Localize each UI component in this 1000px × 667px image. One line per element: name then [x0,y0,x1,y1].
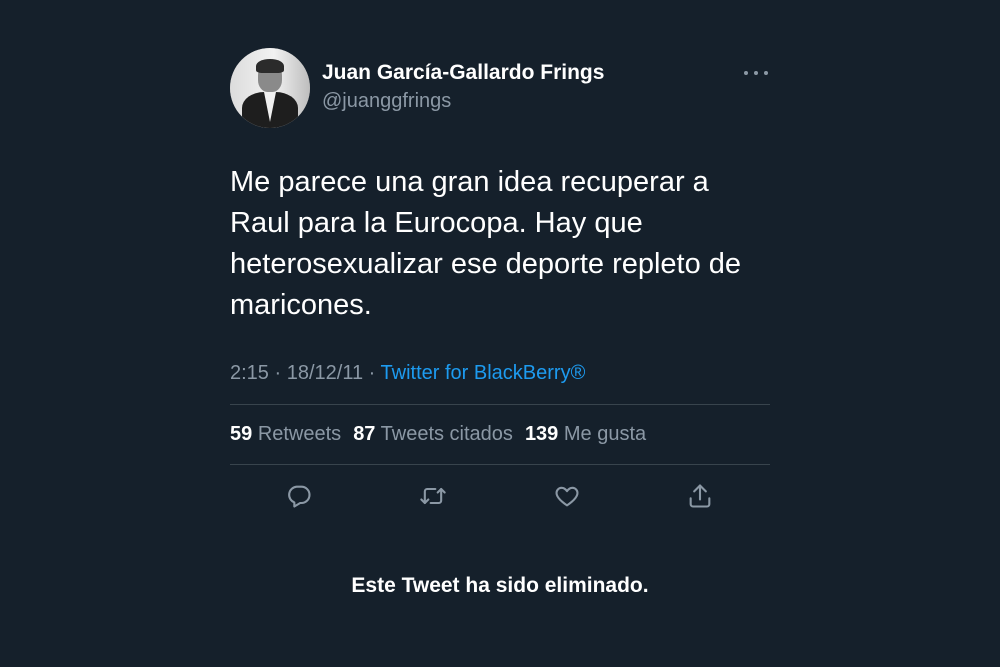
quote-tweets-stat[interactable]: 87 Tweets citados [353,423,513,446]
quote-tweets-count: 87 [353,423,376,445]
meta-separator: · [368,362,376,384]
tweet-actions [230,465,770,529]
share-icon[interactable] [685,481,715,511]
likes-label: Me gusta [563,423,647,445]
tweet-card: Juan García-Gallardo Frings @juanggfring… [230,48,770,529]
retweets-count: 59 [230,423,253,445]
likes-stat[interactable]: 139 Me gusta [525,423,646,446]
quote-tweets-label: Tweets citados [380,423,513,445]
tweet-meta: 2:15 · 18/12/11 · Twitter for BlackBerry… [230,360,770,405]
reply-icon[interactable] [284,481,314,511]
retweets-stat[interactable]: 59 Retweets [230,423,341,446]
author-display-name[interactable]: Juan García-Gallardo Frings [322,60,604,86]
tweet-stats: 59 Retweets 87 Tweets citados 139 Me gus… [230,405,770,465]
author-handle[interactable]: @juanggfrings [322,88,604,114]
tweet-deleted-notice: Este Tweet ha sido eliminado. [351,574,649,597]
author-info: Juan García-Gallardo Frings @juanggfring… [322,60,604,114]
meta-separator: · [274,362,282,384]
retweet-icon[interactable] [418,481,448,511]
heart-icon[interactable] [552,481,582,511]
tweet-source-link[interactable]: Twitter for BlackBerry® [381,362,586,384]
tweet-time[interactable]: 2:15 [230,362,269,384]
likes-count: 139 [524,423,559,445]
tweet-text: Me parece una gran idea recuperar a Raul… [230,166,742,321]
avatar[interactable] [230,48,310,128]
tweet-header: Juan García-Gallardo Frings @juanggfring… [230,48,770,128]
retweets-label: Retweets [257,423,342,445]
more-horizontal-icon[interactable] [744,66,768,80]
tweet-date[interactable]: 18/12/11 [287,362,363,384]
